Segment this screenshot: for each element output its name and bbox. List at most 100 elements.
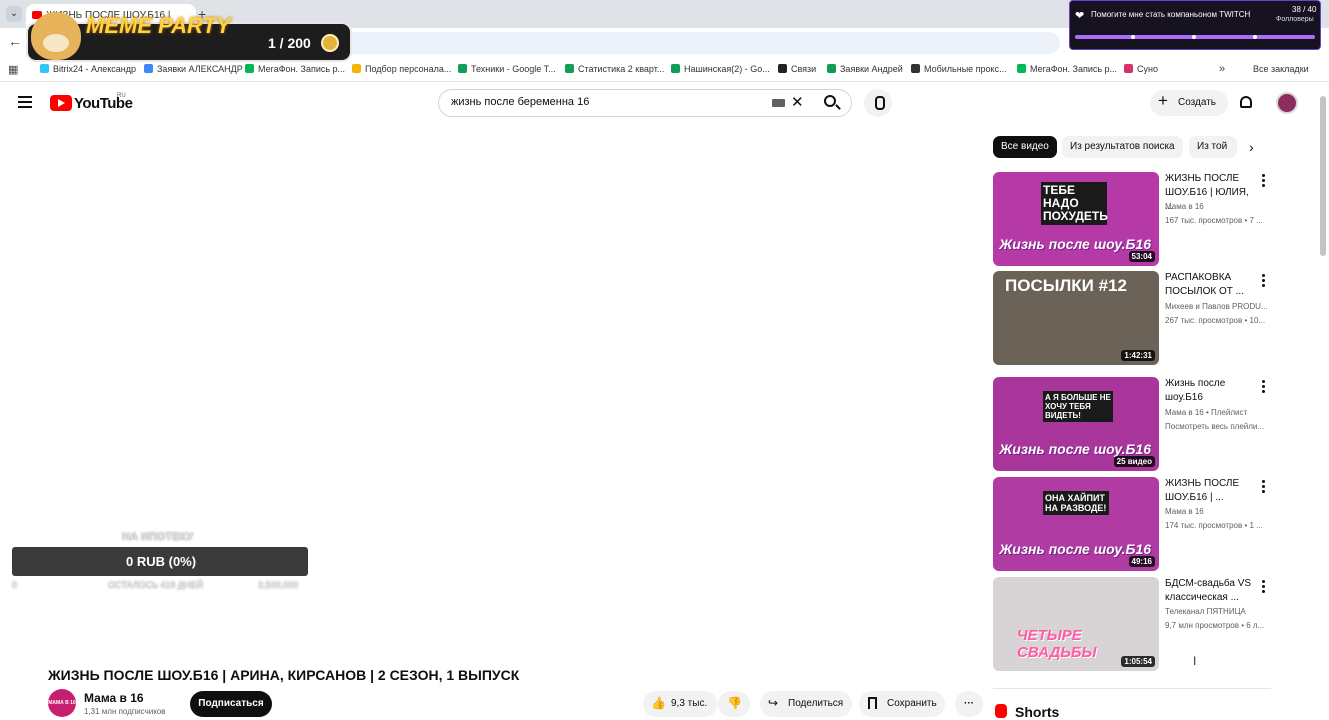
bookmark-icon[interactable] xyxy=(868,697,877,709)
more-vert-icon[interactable] xyxy=(1262,274,1265,287)
google-icon xyxy=(144,64,153,73)
progress-marker xyxy=(1192,35,1196,39)
tab-search-icon[interactable]: ⌄ xyxy=(6,6,22,22)
channel-avatar[interactable]: МАМА В 16 xyxy=(48,689,76,717)
playlist-count: 25 видео xyxy=(1113,456,1155,467)
thumbnail-caption: ТЕБЕ НАДО ПОХУДЕТЬ xyxy=(1041,182,1108,225)
progress-marker xyxy=(1131,35,1135,39)
doge-icon xyxy=(31,12,81,60)
sheets-icon xyxy=(827,64,836,73)
channel-name[interactable]: Мама в 16 xyxy=(84,691,144,705)
shorts-icon xyxy=(995,704,1007,718)
bitrix-icon xyxy=(40,64,49,73)
mortgage-goal-max: 3,500,000 xyxy=(258,580,299,590)
video-duration: 1:05:54 xyxy=(1121,656,1155,667)
coin-icon xyxy=(321,34,339,52)
bell-icon[interactable] xyxy=(1240,96,1252,108)
plus-icon[interactable]: + xyxy=(1158,91,1168,111)
meme-party-counter: 1 / 200 xyxy=(268,35,311,51)
playlist-thumbnail[interactable]: А Я БОЛЬШЕ НЕ ХОЧУ ТЕБЯ ВИДЕТЬ! Жизнь по… xyxy=(993,377,1159,471)
search-icon[interactable] xyxy=(824,95,836,107)
bookmark-label: МегаФон. Запись р... xyxy=(1030,64,1118,74)
youtube-logo-icon[interactable] xyxy=(50,95,72,111)
bookmark-label: Суно xyxy=(1137,64,1158,74)
close-icon[interactable]: ✕ xyxy=(791,93,804,111)
bookmark-label: Заявки Андрей xyxy=(840,64,903,74)
bookmark-item[interactable]: МегаФон. Запись р... xyxy=(1017,64,1117,74)
suno-icon xyxy=(1124,64,1133,73)
more-vert-icon[interactable] xyxy=(1262,174,1265,187)
thumbnail-brand: Жизнь после шоу.Б16 xyxy=(999,236,1151,252)
mortgage-goal-remaining: ОСТАЛОСЬ 419 ДНЕЙ xyxy=(108,580,203,590)
bookmark-label: Техники - Google T... xyxy=(471,64,556,74)
more-actions-button[interactable]: ··· xyxy=(955,691,983,717)
video-channel[interactable]: Телеканал ПЯТНИЦА xyxy=(1165,607,1246,616)
all-bookmarks-button[interactable]: Все закладки xyxy=(1253,64,1309,74)
subscribe-button[interactable]: Подписаться xyxy=(190,691,272,717)
bookmark-item[interactable]: Мобильные прокс... xyxy=(911,64,1007,74)
video-meta: 167 тыс. просмотров • 7 ... xyxy=(1165,216,1263,225)
playlist-channel[interactable]: Мама в 16 • Плейлист xyxy=(1165,408,1247,417)
thumbnail-caption: ПОСЫЛКИ #12 xyxy=(1005,276,1127,295)
more-vert-icon[interactable] xyxy=(1262,480,1265,493)
bookmark-page-icon xyxy=(778,64,787,73)
hamburger-menu-icon[interactable] xyxy=(18,96,32,108)
bookmark-item[interactable]: Заявки Андрей xyxy=(827,64,903,74)
bookmark-item[interactable]: МегаФон. Запись р... xyxy=(245,64,345,74)
video-thumbnail[interactable]: ТЕБЕ НАДО ПОХУДЕТЬ Жизнь после шоу.Б16 5… xyxy=(993,172,1159,266)
bookmark-label: Мобильные прокс... xyxy=(924,64,1007,74)
video-title[interactable]: РАСПАКОВКА ПОСЫЛОК ОТ ... xyxy=(1165,271,1257,299)
mortgage-goal-min: 0 xyxy=(12,580,18,590)
microphone-icon[interactable] xyxy=(864,89,892,117)
search-input-value[interactable]: жизнь после беременна 16 xyxy=(451,96,589,108)
video-thumbnail[interactable]: ЧЕТЫРЕ СВАДЬБЫ 1:05:54 xyxy=(993,577,1159,671)
shorts-heading: Shorts xyxy=(1015,704,1060,720)
twitch-goal-overlay xyxy=(1069,0,1321,50)
chevron-double-right-icon[interactable]: » xyxy=(1219,63,1225,75)
bookmark-item[interactable]: Суно xyxy=(1124,64,1158,74)
twitch-goal-count: 38 / 40 xyxy=(1292,5,1317,14)
video-title[interactable]: БДСМ-свадьба VS классическая ... xyxy=(1165,577,1257,605)
bookmark-page-icon xyxy=(352,64,361,73)
share-icon[interactable]: ↪ xyxy=(768,696,778,710)
playlist-title[interactable]: Жизнь после шоу.Б16 xyxy=(1165,377,1257,405)
more-vert-icon[interactable] xyxy=(1262,580,1265,593)
bookmark-label: Bitrix24 - Александр xyxy=(53,64,137,74)
apps-grid-icon[interactable]: ▦ xyxy=(8,63,18,76)
divider xyxy=(993,688,1271,689)
video-thumbnail[interactable]: ПОСЫЛКИ #12 1:42:31 xyxy=(993,271,1159,365)
chevron-right-icon[interactable]: › xyxy=(1249,139,1254,155)
video-channel[interactable]: Мама в 16 xyxy=(1165,202,1204,211)
thumbs-up-icon[interactable]: 👍 xyxy=(651,696,666,710)
page-title: ЖИЗНЬ ПОСЛЕ ШОУ.Б16 | АРИНА, КИРСАНОВ | … xyxy=(48,667,520,683)
bookmark-item[interactable]: Bitrix24 - Александр xyxy=(40,64,136,74)
keyboard-icon[interactable] xyxy=(772,99,785,107)
region-label: RU xyxy=(117,93,126,99)
video-title[interactable]: ЖИЗНЬ ПОСЛЕ ШОУ.Б16 | ... xyxy=(1165,477,1257,505)
chip-from-same[interactable]: Из той xyxy=(1189,136,1237,158)
video-channel[interactable]: Михеев и Павлов PRODU... xyxy=(1165,302,1268,311)
scrollbar[interactable] xyxy=(1320,96,1326,256)
avatar[interactable] xyxy=(1276,92,1298,114)
bookmark-label: Статистика 2 кварт... xyxy=(578,64,665,74)
playlist-view-all[interactable]: Посмотреть весь плейли... xyxy=(1165,422,1264,431)
thumbnail-caption: А Я БОЛЬШЕ НЕ ХОЧУ ТЕБЯ ВИДЕТЬ! xyxy=(1043,391,1113,422)
more-vert-icon[interactable] xyxy=(1262,380,1265,393)
bookmark-item[interactable]: Техники - Google T... xyxy=(458,64,556,74)
proxy-icon xyxy=(911,64,920,73)
video-duration: 49:16 xyxy=(1128,556,1155,567)
bookmark-item[interactable]: Заявки АЛЕКСАНДР xyxy=(144,64,243,74)
chip-from-search[interactable]: Из результатов поиска xyxy=(1062,136,1183,158)
video-channel[interactable]: Мама в 16 xyxy=(1165,507,1204,516)
video-meta: 174 тыс. просмотров • 1 ... xyxy=(1165,521,1263,530)
thumbs-down-icon[interactable]: 👎 xyxy=(727,696,742,710)
video-meta: 267 тыс. просмотров • 10... xyxy=(1165,316,1266,325)
chip-all-videos[interactable]: Все видео xyxy=(993,136,1057,158)
bookmark-item[interactable]: Подбор персонала... xyxy=(352,64,451,74)
bookmark-item[interactable]: Связи xyxy=(778,64,816,74)
video-thumbnail[interactable]: ОНА ХАЙПИТ НА РАЗВОДЕ! Жизнь после шоу.Б… xyxy=(993,477,1159,571)
bookmark-item[interactable]: Статистика 2 кварт... xyxy=(565,64,664,74)
sheets-icon xyxy=(458,64,467,73)
back-arrow-icon[interactable]: ← xyxy=(8,33,22,49)
bookmark-item[interactable]: Нашинская(2) - Go... xyxy=(671,64,770,74)
